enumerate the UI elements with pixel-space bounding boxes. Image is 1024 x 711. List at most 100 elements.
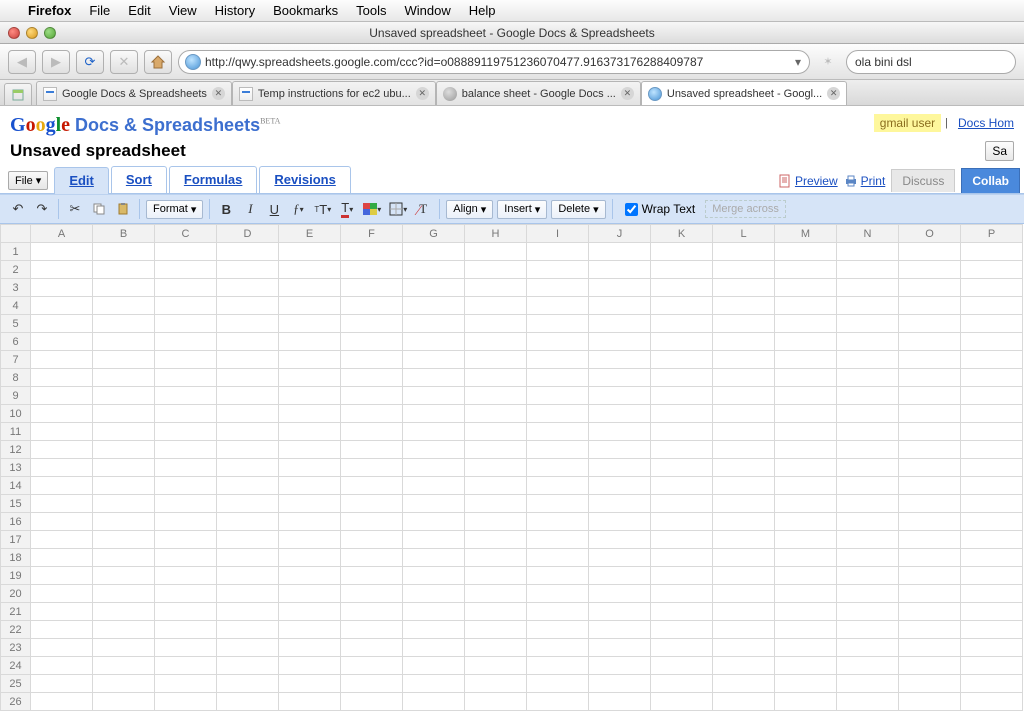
cell-O5[interactable] — [899, 315, 961, 333]
cell-A18[interactable] — [31, 549, 93, 567]
cell-F6[interactable] — [341, 333, 403, 351]
cell-K7[interactable] — [651, 351, 713, 369]
cell-K14[interactable] — [651, 477, 713, 495]
cell-M7[interactable] — [775, 351, 837, 369]
italic-button[interactable]: I — [240, 199, 260, 219]
cell-M5[interactable] — [775, 315, 837, 333]
cell-G1[interactable] — [403, 243, 465, 261]
column-header-I[interactable]: I — [527, 225, 589, 243]
cell-C20[interactable] — [155, 585, 217, 603]
menu-window[interactable]: Window — [405, 3, 451, 18]
cell-K13[interactable] — [651, 459, 713, 477]
menu-view[interactable]: View — [169, 3, 197, 18]
tab-close-button[interactable]: ✕ — [621, 87, 634, 100]
cell-N8[interactable] — [837, 369, 899, 387]
cell-M19[interactable] — [775, 567, 837, 585]
cell-A1[interactable] — [31, 243, 93, 261]
column-header-P[interactable]: P — [961, 225, 1023, 243]
row-header-26[interactable]: 26 — [1, 693, 31, 711]
cell-D12[interactable] — [217, 441, 279, 459]
cell-O1[interactable] — [899, 243, 961, 261]
cell-B16[interactable] — [93, 513, 155, 531]
cell-J19[interactable] — [589, 567, 651, 585]
cell-D10[interactable] — [217, 405, 279, 423]
cell-K21[interactable] — [651, 603, 713, 621]
tab-edit[interactable]: Edit — [54, 167, 109, 194]
cell-O22[interactable] — [899, 621, 961, 639]
cell-F13[interactable] — [341, 459, 403, 477]
cell-L3[interactable] — [713, 279, 775, 297]
cell-J18[interactable] — [589, 549, 651, 567]
cell-J6[interactable] — [589, 333, 651, 351]
cell-E15[interactable] — [279, 495, 341, 513]
cell-N25[interactable] — [837, 675, 899, 693]
cell-E22[interactable] — [279, 621, 341, 639]
cell-N5[interactable] — [837, 315, 899, 333]
redo-button[interactable]: ↷ — [32, 199, 52, 219]
cell-G22[interactable] — [403, 621, 465, 639]
cell-L14[interactable] — [713, 477, 775, 495]
select-all-corner[interactable] — [1, 225, 31, 243]
cell-F15[interactable] — [341, 495, 403, 513]
cell-A14[interactable] — [31, 477, 93, 495]
cell-O17[interactable] — [899, 531, 961, 549]
tab-balance-sheet[interactable]: balance sheet - Google Docs ... ✕ — [436, 81, 641, 105]
cell-E25[interactable] — [279, 675, 341, 693]
row-header-6[interactable]: 6 — [1, 333, 31, 351]
cell-L20[interactable] — [713, 585, 775, 603]
cell-K22[interactable] — [651, 621, 713, 639]
cell-D13[interactable] — [217, 459, 279, 477]
menu-help[interactable]: Help — [469, 3, 496, 18]
cell-J26[interactable] — [589, 693, 651, 711]
row-header-23[interactable]: 23 — [1, 639, 31, 657]
cell-F20[interactable] — [341, 585, 403, 603]
row-header-15[interactable]: 15 — [1, 495, 31, 513]
cell-G26[interactable] — [403, 693, 465, 711]
cell-K10[interactable] — [651, 405, 713, 423]
cell-A15[interactable] — [31, 495, 93, 513]
cell-D5[interactable] — [217, 315, 279, 333]
column-header-J[interactable]: J — [589, 225, 651, 243]
cell-A21[interactable] — [31, 603, 93, 621]
cell-M26[interactable] — [775, 693, 837, 711]
cell-F4[interactable] — [341, 297, 403, 315]
cell-C8[interactable] — [155, 369, 217, 387]
cell-D3[interactable] — [217, 279, 279, 297]
cell-B15[interactable] — [93, 495, 155, 513]
cell-I7[interactable] — [527, 351, 589, 369]
cell-D6[interactable] — [217, 333, 279, 351]
cell-E7[interactable] — [279, 351, 341, 369]
row-header-17[interactable]: 17 — [1, 531, 31, 549]
cell-E21[interactable] — [279, 603, 341, 621]
cell-E16[interactable] — [279, 513, 341, 531]
cell-G18[interactable] — [403, 549, 465, 567]
file-menu-button[interactable]: File ▾ — [8, 171, 48, 190]
cell-K11[interactable] — [651, 423, 713, 441]
row-header-8[interactable]: 8 — [1, 369, 31, 387]
row-header-12[interactable]: 12 — [1, 441, 31, 459]
cell-G23[interactable] — [403, 639, 465, 657]
cell-A12[interactable] — [31, 441, 93, 459]
cell-B4[interactable] — [93, 297, 155, 315]
row-header-2[interactable]: 2 — [1, 261, 31, 279]
cell-M2[interactable] — [775, 261, 837, 279]
cell-C15[interactable] — [155, 495, 217, 513]
menu-file[interactable]: File — [89, 3, 110, 18]
cell-E1[interactable] — [279, 243, 341, 261]
cell-D25[interactable] — [217, 675, 279, 693]
cell-H5[interactable] — [465, 315, 527, 333]
cell-A4[interactable] — [31, 297, 93, 315]
cell-D11[interactable] — [217, 423, 279, 441]
cell-J15[interactable] — [589, 495, 651, 513]
minimize-window-button[interactable] — [26, 27, 38, 39]
cell-N9[interactable] — [837, 387, 899, 405]
cell-B18[interactable] — [93, 549, 155, 567]
cell-J21[interactable] — [589, 603, 651, 621]
url-dropdown-icon[interactable]: ▾ — [793, 55, 803, 69]
cell-O15[interactable] — [899, 495, 961, 513]
new-tab-button[interactable] — [4, 83, 32, 105]
cell-F17[interactable] — [341, 531, 403, 549]
tab-close-button[interactable]: ✕ — [212, 87, 225, 100]
cell-G21[interactable] — [403, 603, 465, 621]
cell-L8[interactable] — [713, 369, 775, 387]
